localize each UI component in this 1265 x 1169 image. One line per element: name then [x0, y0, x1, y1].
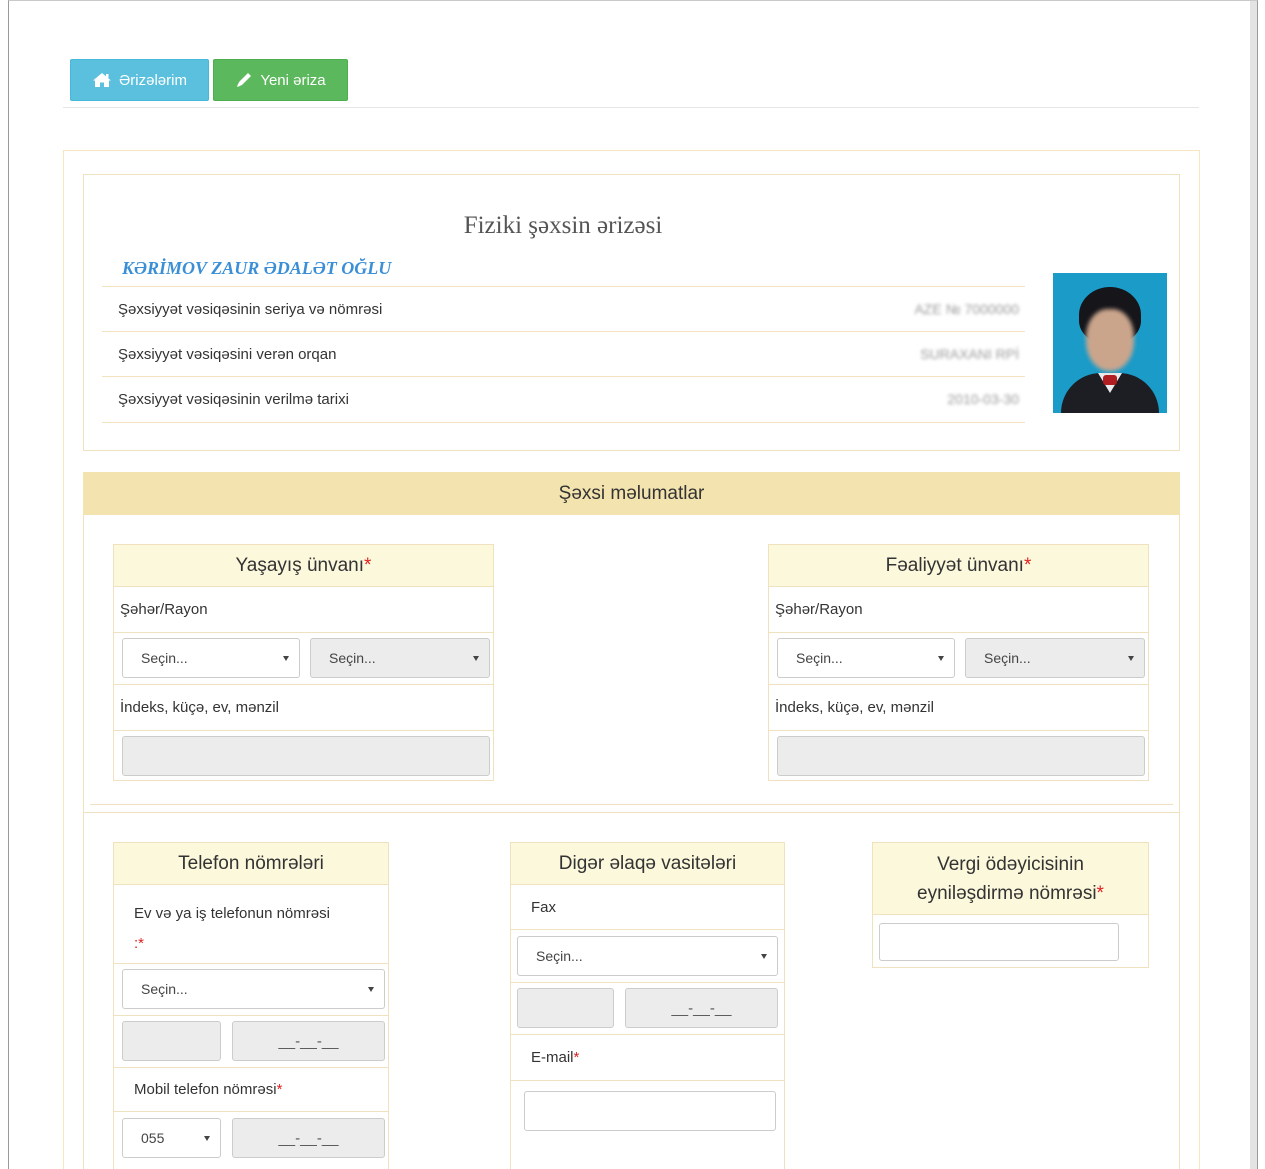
other-contacts-title: Digər əlaqə vasitələri	[511, 843, 784, 885]
chevron-down-icon	[761, 954, 767, 959]
tax-id-input[interactable]	[879, 923, 1119, 961]
pencil-icon	[237, 73, 252, 87]
chevron-down-icon	[1128, 656, 1134, 661]
tax-id-title: Vergi ödəyicisinin eyniləşdirmə nömrəsi*	[873, 843, 1148, 915]
mobile-phone-label: Mobil telefon nömrəsi*	[134, 1081, 283, 1098]
id-issuer-row: Şəxsiyyət vəsiqəsini verən orqan SURAXAN…	[102, 331, 1025, 376]
residence-address-box: Yaşayış ünvanı * Şəhər/Rayon Seçin... Seç…	[113, 544, 494, 781]
residence-address-title: Yaşayış ünvanı *	[114, 545, 493, 587]
id-issuer-value: SURAXANI RPİ	[920, 346, 1019, 362]
fax-prefix-input[interactable]	[517, 988, 614, 1028]
page-title: Fiziki şəxsin ərizəsi	[463, 212, 663, 239]
phone-numbers-box: Telefon nömrələri Ev və ya iş telefonun …	[113, 842, 389, 1169]
my-applications-label: Ərizələrim	[119, 71, 187, 89]
chevron-down-icon	[368, 987, 374, 992]
chevron-down-icon	[473, 656, 479, 661]
info-divider	[102, 422, 1025, 423]
section-divider	[90, 804, 1173, 805]
tax-id-box: Vergi ödəyicisinin eyniləşdirmə nömrəsi*	[872, 842, 1149, 968]
email-label: E-mail*	[531, 1049, 580, 1066]
fax-label: Fax	[531, 899, 557, 916]
fax-code-select[interactable]: Seçin...	[517, 936, 778, 976]
residence-district-select[interactable]: Seçin...	[310, 638, 490, 678]
mobile-prefix-select[interactable]: 055	[122, 1118, 221, 1158]
toolbar-divider	[63, 107, 1199, 108]
activity-address-title: Fəaliyyət ünvanı *	[769, 545, 1148, 587]
mobile-number-input[interactable]: __-__-__	[232, 1118, 385, 1158]
new-application-label: Yeni əriza	[260, 71, 326, 89]
activity-address-label: İndeks, küçə, ev, mənzil	[775, 699, 934, 716]
phone-numbers-title: Telefon nömrələri	[114, 843, 388, 885]
id-number-value: AZE № 7000000	[914, 301, 1019, 317]
activity-city-select[interactable]: Seçin...	[777, 638, 955, 678]
id-date-value: 2010-03-30	[947, 391, 1019, 407]
id-date-label: Şəxsiyyət vəsiqəsinin verilmə tarixi	[118, 390, 349, 408]
fax-number-input[interactable]: __-__-__	[625, 988, 778, 1028]
chevron-down-icon	[204, 1136, 210, 1141]
home-phone-code-select[interactable]: Seçin...	[122, 969, 385, 1009]
residence-city-label: Şəhər/Rayon	[120, 601, 208, 618]
activity-city-label: Şəhər/Rayon	[775, 601, 863, 618]
personal-info-header: Şəxsi məlumatlar	[83, 472, 1180, 515]
home-phone-label: Ev və ya iş telefonun nömrəsi:*	[134, 905, 330, 952]
home-phone-prefix-input[interactable]	[122, 1021, 221, 1061]
id-date-row: Şəxsiyyət vəsiqəsinin verilmə tarixi 201…	[102, 376, 1025, 421]
id-number-label: Şəxsiyyət vəsiqəsinin seriya və nömrəsi	[118, 300, 383, 318]
home-phone-number-input[interactable]: __-__-__	[232, 1021, 385, 1061]
residence-address-label: İndeks, küçə, ev, mənzil	[120, 699, 279, 716]
other-contacts-box: Digər əlaqə vasitələri Fax Seçin... __-_…	[510, 842, 785, 1169]
my-applications-button[interactable]: Ərizələrim	[70, 59, 209, 101]
chevron-down-icon	[938, 656, 944, 661]
home-icon	[93, 73, 112, 87]
email-input[interactable]	[524, 1091, 776, 1131]
activity-address-input[interactable]	[777, 736, 1145, 776]
residence-city-select[interactable]: Seçin...	[122, 638, 300, 678]
id-number-row: Şəxsiyyət vəsiqəsinin seriya və nömrəsi …	[102, 286, 1025, 331]
activity-district-select[interactable]: Seçin...	[965, 638, 1145, 678]
new-application-button[interactable]: Yeni əriza	[213, 59, 348, 101]
applicant-name[interactable]: KƏRİMOV ZAUR ƏDALƏT OĞLU	[122, 258, 391, 279]
section-divider	[83, 812, 1180, 813]
chevron-down-icon	[283, 656, 289, 661]
activity-address-box: Fəaliyyət ünvanı * Şəhər/Rayon Seçin... S…	[768, 544, 1149, 781]
scrollbar-track[interactable]	[1250, 1, 1257, 1169]
residence-address-input[interactable]	[122, 736, 490, 776]
applicant-photo	[1053, 273, 1167, 413]
id-issuer-label: Şəxsiyyət vəsiqəsini verən orqan	[118, 345, 337, 363]
